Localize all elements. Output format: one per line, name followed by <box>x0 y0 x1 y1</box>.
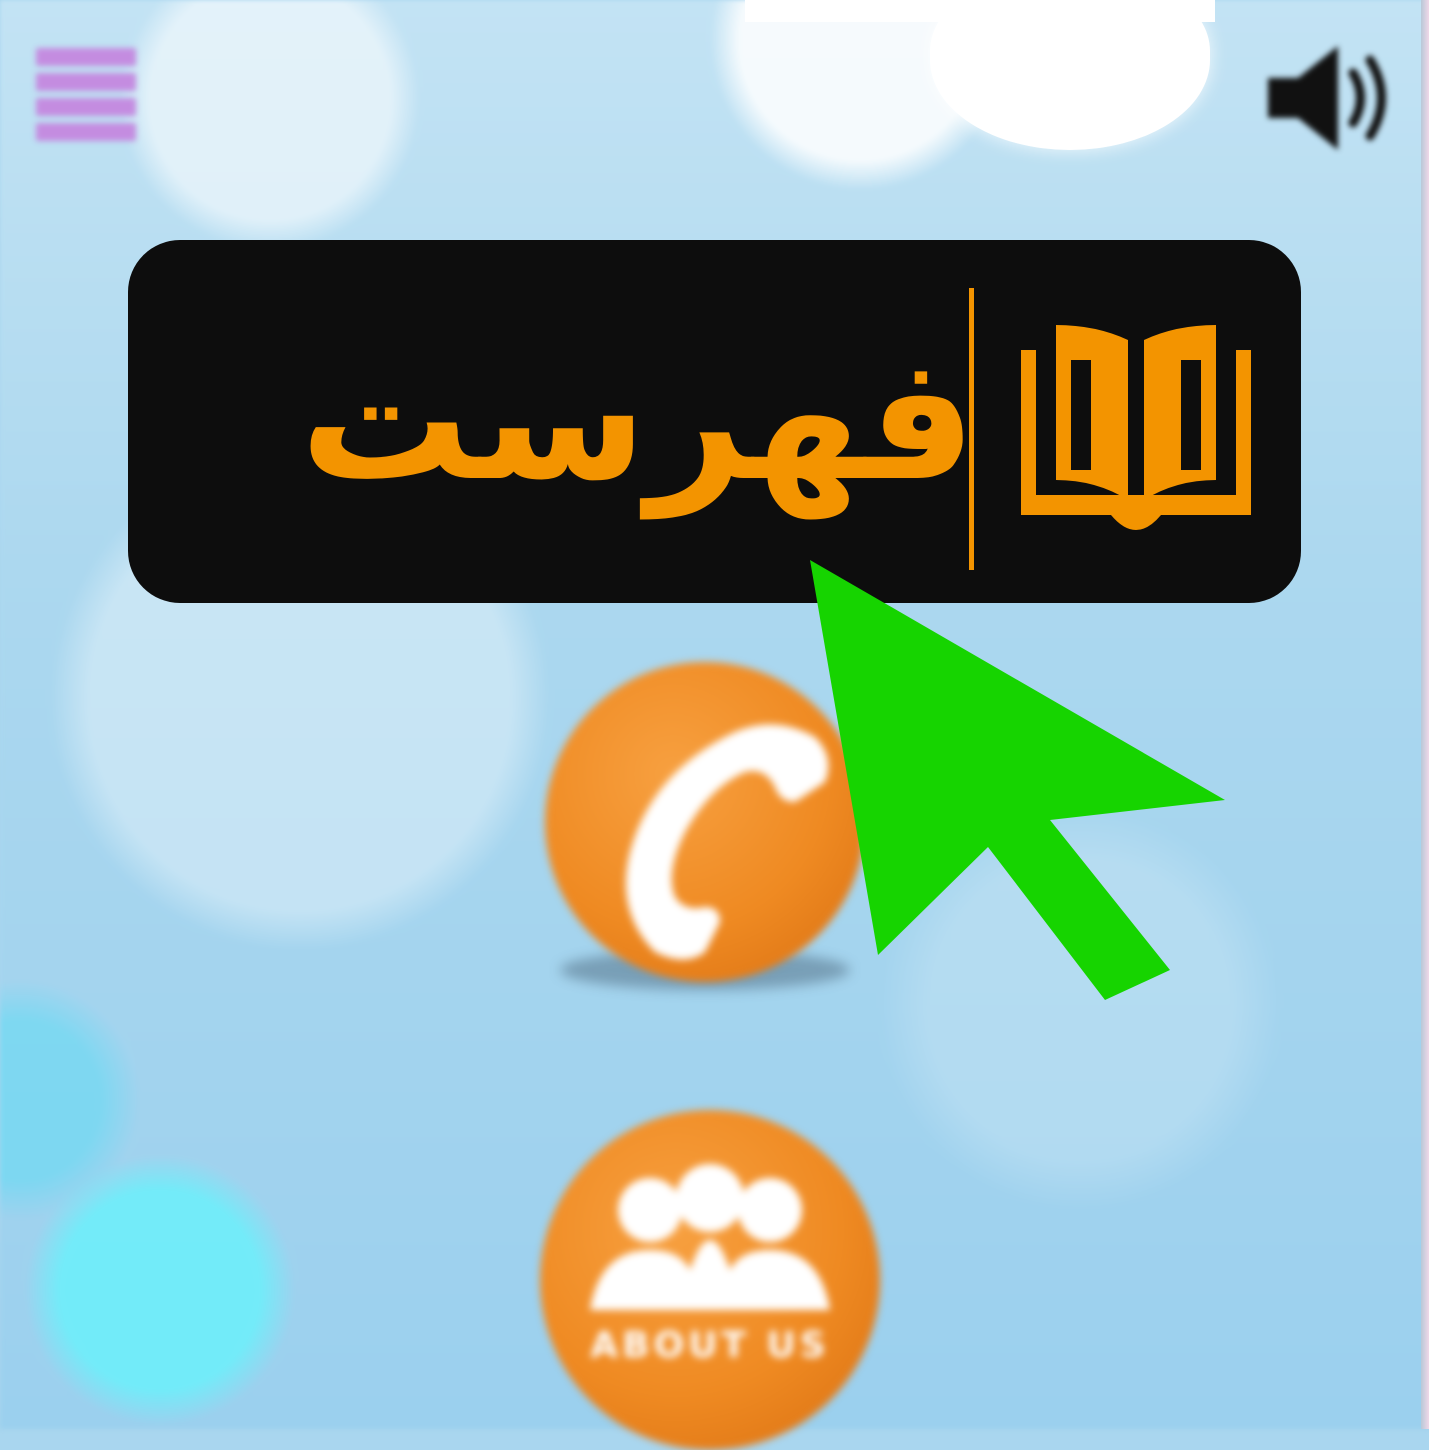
speaker-icon <box>1268 46 1386 150</box>
people-icon <box>590 1164 830 1310</box>
about-us-button[interactable]: ABOUT US <box>540 1110 880 1450</box>
open-book-icon <box>1021 325 1251 530</box>
window-edge <box>1421 0 1429 1429</box>
index-button[interactable]: فهرست <box>128 240 1301 603</box>
call-button[interactable] <box>545 662 865 982</box>
about-us-label: ABOUT US <box>590 1325 830 1366</box>
phone-icon <box>625 724 829 960</box>
banner-divider <box>969 288 974 570</box>
sound-button[interactable] <box>1258 38 1408 158</box>
index-label: فهرست <box>299 321 977 519</box>
menu-button[interactable] <box>30 40 142 142</box>
